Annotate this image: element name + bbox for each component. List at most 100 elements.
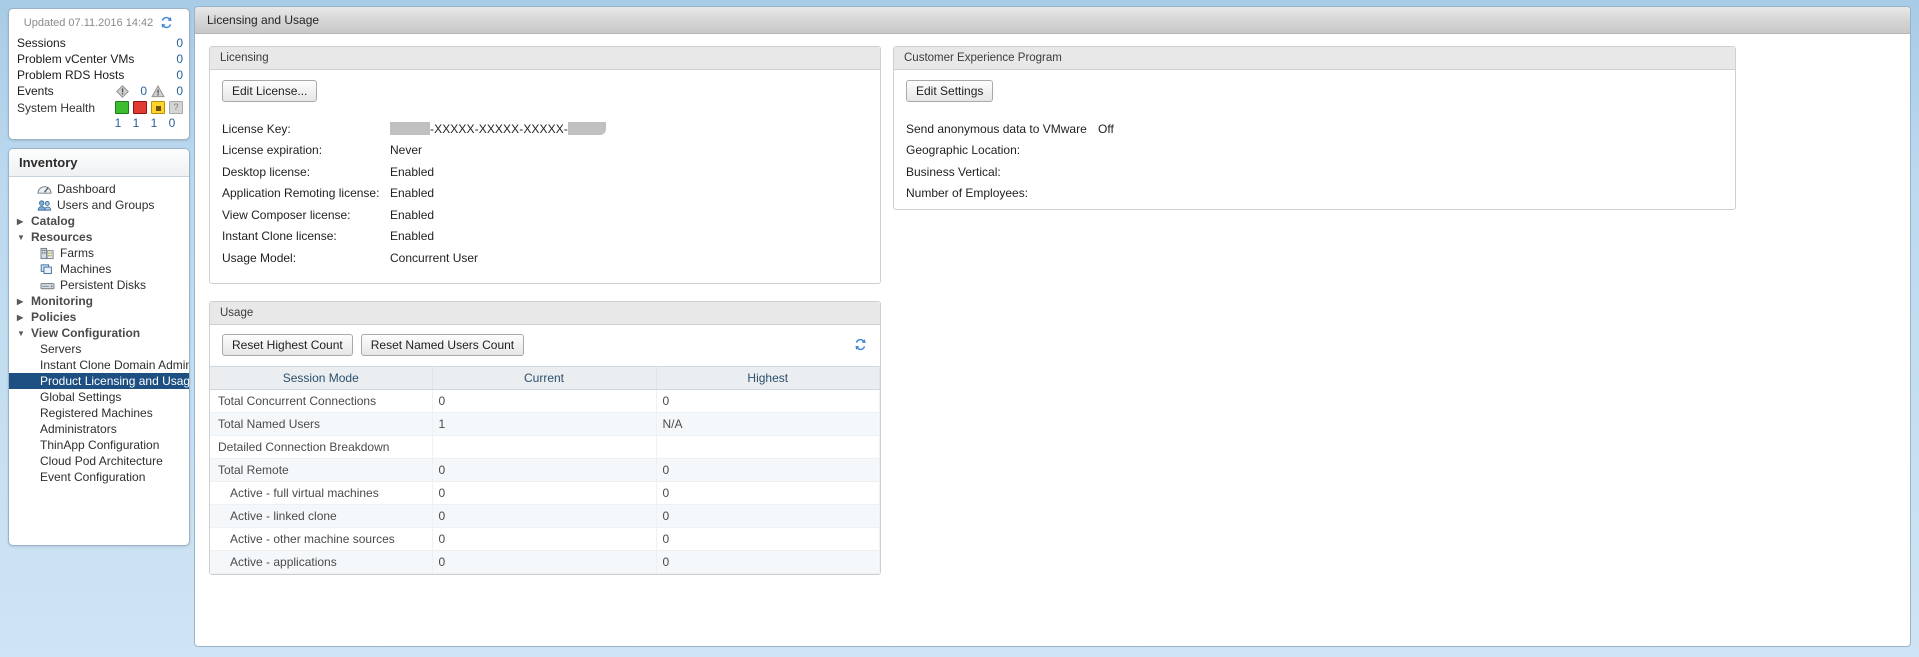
licensing-panel-body: Edit License... License Key: -XXXXX-XXXX… [210, 70, 880, 283]
edit-settings-button[interactable]: Edit Settings [906, 80, 994, 102]
business-vertical-row: Business Vertical: [906, 161, 1723, 183]
sidebar-item-product-licensing-and-usage[interactable]: Product Licensing and Usage [9, 373, 189, 389]
chevron-right-icon[interactable]: ▶ [17, 313, 26, 322]
geographic-location-row: Geographic Location: [906, 140, 1723, 162]
edit-license-button[interactable]: Edit License... [222, 80, 318, 102]
health-unknown-icon[interactable]: ? [169, 101, 183, 114]
sidebar-group-view-configuration[interactable]: ▼ View Configuration [9, 325, 189, 341]
dashboard-summary-card: Updated 07.11.2016 14:42 Sessions 0 Prob… [8, 8, 190, 140]
cell-session-mode: Active - full virtual machines [210, 481, 433, 505]
sidebar-item-event-configuration[interactable]: Event Configuration [9, 469, 189, 485]
license-key-row: License Key: -XXXXX-XXXXX-XXXXX- [222, 118, 868, 140]
refresh-icon[interactable] [853, 337, 868, 352]
health-yellow-icon[interactable] [151, 101, 165, 114]
usage-panel-title: Usage [210, 301, 880, 325]
summary-row-events[interactable]: Events 0 0 [15, 83, 183, 99]
chevron-right-icon[interactable]: ▶ [17, 297, 26, 306]
cell-session-mode: Total Concurrent Connections [210, 389, 433, 413]
sidebar-item-label: Dashboard [57, 182, 116, 196]
sidebar-group-monitoring[interactable]: ▶ Monitoring [9, 293, 189, 309]
customer-experience-panel-title: Customer Experience Program [894, 47, 1735, 70]
usage-column-highest[interactable]: Highest [656, 365, 880, 390]
sidebar-item-thinapp-configuration[interactable]: ThinApp Configuration [9, 437, 189, 453]
row-label: Number of Employees: [906, 186, 1029, 201]
sidebar-item-global-settings[interactable]: Global Settings [9, 389, 189, 405]
table-row[interactable]: Detailed Connection Breakdown [210, 435, 880, 459]
row-value: Never [390, 143, 423, 158]
usage-table: Session Mode Current Highest Total Concu… [210, 365, 880, 574]
chevron-right-icon[interactable]: ▶ [17, 217, 26, 226]
sidebar-group-label: Policies [31, 310, 77, 324]
sidebar-item-machines[interactable]: Machines [9, 261, 189, 277]
license-key-redaction-end [567, 122, 606, 136]
sidebar-item-label: Global Settings [40, 390, 122, 404]
row-label: Business Vertical: [906, 164, 1001, 179]
inventory-header: Inventory [9, 149, 189, 177]
sidebar-item-registered-machines[interactable]: Registered Machines [9, 405, 189, 421]
chevron-down-icon[interactable]: ▼ [17, 233, 26, 242]
usage-table-header-row: Session Mode Current Highest [210, 365, 880, 390]
table-row[interactable]: Total Concurrent Connections 0 0 [210, 389, 880, 413]
table-row[interactable]: Active - full virtual machines 0 0 [210, 481, 880, 505]
cell-current: 0 [432, 527, 657, 551]
sidebar-group-catalog[interactable]: ▶ Catalog [9, 213, 189, 229]
usage-toolbar: Reset Highest Count Reset Named Users Co… [210, 325, 880, 366]
sidebar-item-dashboard[interactable]: Dashboard [9, 181, 189, 197]
instant-clone-license-row: Instant Clone license: Enabled [222, 226, 868, 248]
sidebar-item-label: Persistent Disks [60, 278, 147, 292]
table-row[interactable]: Active - linked clone 0 0 [210, 504, 880, 528]
sidebar-item-cloud-pod-architecture[interactable]: Cloud Pod Architecture [9, 453, 189, 469]
usage-column-session-mode[interactable]: Session Mode [210, 365, 433, 390]
sidebar-group-resources[interactable]: ▼ Resources [9, 229, 189, 245]
sidebar-item-label: Servers [40, 342, 82, 356]
sidebar-item-administrators[interactable]: Administrators [9, 421, 189, 437]
sidebar-item-servers[interactable]: Servers [9, 341, 189, 357]
customer-experience-panel-body: Edit Settings Send anonymous data to VMw… [894, 70, 1735, 218]
row-label: Geographic Location: [906, 143, 1021, 158]
health-green-icon[interactable] [115, 101, 129, 114]
license-key-redaction-start [390, 122, 430, 136]
machines-icon [40, 263, 55, 276]
row-label: Instant Clone license: [222, 229, 337, 244]
sidebar-item-label: Registered Machines [40, 406, 153, 420]
reset-highest-count-button[interactable]: Reset Highest Count [222, 333, 353, 356]
row-label: Usage Model: [222, 250, 297, 265]
table-row[interactable]: Total Named Users 1 N/A [210, 412, 880, 436]
inventory-card: Inventory Dashboard Users and Groups ▶ C… [8, 148, 190, 546]
row-label: Send anonymous data to VMware [906, 121, 1087, 136]
summary-row-problem-vcenter-vms[interactable]: Problem vCenter VMs 0 [15, 51, 183, 67]
sidebar-group-label: View Configuration [31, 326, 141, 340]
row-value: Off [1098, 121, 1114, 136]
row-label: View Composer license: [222, 207, 351, 222]
warning-triangle-icon [151, 84, 165, 98]
sidebar-item-users-and-groups[interactable]: Users and Groups [9, 197, 189, 213]
summary-label: Problem vCenter VMs [17, 52, 135, 66]
sidebar-item-instant-clone-domain-admins[interactable]: Instant Clone Domain Admins [9, 357, 189, 373]
sidebar-group-policies[interactable]: ▶ Policies [9, 309, 189, 325]
usage-column-current[interactable]: Current [432, 365, 657, 390]
sidebar-item-persistent-disks[interactable]: Persistent Disks [9, 277, 189, 293]
summary-row-system-health[interactable]: System Health ? [15, 99, 183, 116]
page-title-bar: Licensing and Usage [195, 7, 1910, 34]
sidebar-item-farms[interactable]: Farms [9, 245, 189, 261]
refresh-icon[interactable] [159, 15, 174, 30]
row-value: Enabled [390, 186, 435, 201]
summary-row-sessions[interactable]: Sessions 0 [15, 35, 183, 51]
table-row[interactable]: Active - other machine sources 0 0 [210, 527, 880, 551]
cell-highest: 0 [656, 527, 880, 551]
system-health-counts: 1 1 1 0 [15, 116, 183, 131]
cell-session-mode: Total Remote [210, 458, 433, 482]
updated-row: Updated 07.11.2016 14:42 [15, 13, 183, 35]
chevron-down-icon[interactable]: ▼ [17, 329, 26, 338]
summary-value: 0 [176, 52, 183, 66]
row-label: Application Remoting license: [222, 186, 380, 201]
inventory-tree: Dashboard Users and Groups ▶ Catalog ▼ R… [9, 177, 189, 485]
health-red-icon[interactable] [133, 101, 147, 114]
table-row[interactable]: Total Remote 0 0 [210, 458, 880, 482]
sidebar-item-label: Farms [60, 246, 94, 260]
table-row[interactable]: Active - applications 0 0 [210, 550, 880, 574]
reset-named-users-count-button[interactable]: Reset Named Users Count [360, 333, 525, 356]
summary-row-problem-rds-hosts[interactable]: Problem RDS Hosts 0 [15, 67, 183, 83]
cell-highest: 0 [656, 550, 880, 574]
cell-highest: 0 [656, 504, 880, 528]
